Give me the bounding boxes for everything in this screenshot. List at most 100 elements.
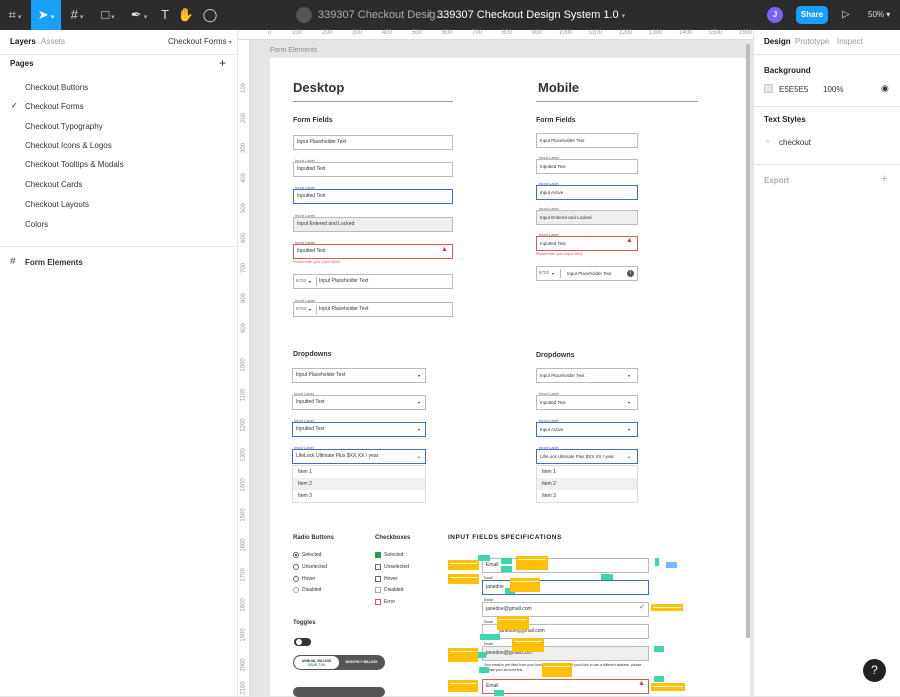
dropdown-active[interactable]: Input Active xyxy=(536,422,638,437)
share-button[interactable]: Share xyxy=(796,6,828,24)
file-title[interactable]: 339307 Checkout Design System 1.0 ▾ xyxy=(437,0,625,32)
spec-annotation xyxy=(510,578,540,592)
eye-icon[interactable]: ◉ xyxy=(881,83,889,94)
input-placeholder[interactable]: Input Placeholder Text xyxy=(293,135,453,150)
divider xyxy=(754,106,900,107)
ruler-tick: 800 xyxy=(241,292,248,304)
background-hex-input[interactable]: E5E5E5 xyxy=(779,85,808,94)
dropdown-option-hover[interactable]: Item 2 xyxy=(293,478,425,490)
canvas-scrollbar[interactable] xyxy=(746,44,750,638)
background-heading: Background xyxy=(764,66,811,75)
dropdown-inputted[interactable]: Inputted Text xyxy=(536,395,638,410)
dropdown-active[interactable]: Inputted Text xyxy=(292,422,426,437)
annual-billing-option[interactable]: ANNUAL BILLING SAVE 71% xyxy=(294,656,339,669)
tab-design[interactable]: Design xyxy=(764,30,791,54)
spec-annotation xyxy=(516,556,548,570)
page-selector[interactable]: Checkout Forms ▾ xyxy=(168,30,232,55)
page-item-current[interactable]: Checkout Forms xyxy=(25,102,84,111)
radio-unselected[interactable] xyxy=(293,564,299,570)
tab-assets[interactable]: Assets xyxy=(41,30,65,54)
input-placeholder[interactable]: Input Placeholder Text xyxy=(536,133,638,148)
pen-icon: ✒ xyxy=(130,7,142,22)
frame-tool-button[interactable]: # ▾ xyxy=(62,0,92,30)
code-select[interactable]: 6703 xyxy=(539,270,549,275)
move-tool-button[interactable]: ➤ ▾ xyxy=(31,0,61,30)
page-item[interactable]: Checkout Cards xyxy=(25,180,82,189)
input-active[interactable]: Inputted Text xyxy=(293,189,453,204)
spec-annotation xyxy=(651,683,685,691)
main-menu-button[interactable]: ⌗ ▾ xyxy=(0,0,30,30)
dropdown-option-hover[interactable]: Item 2 xyxy=(537,478,637,490)
pages-heading: Pages xyxy=(10,59,34,68)
shape-tool-button[interactable]: □ ▾ xyxy=(93,0,123,30)
dropdown-option[interactable]: Item 1 xyxy=(293,466,425,478)
toggle-switch[interactable] xyxy=(294,638,311,646)
ruler-tick: 100 xyxy=(241,82,248,94)
monthly-billing-option[interactable]: MONTHLY BILLING xyxy=(339,656,384,669)
code-select[interactable]: 6703 xyxy=(296,278,306,283)
radio-selected[interactable] xyxy=(293,552,299,558)
help-button[interactable]: ? xyxy=(863,659,886,682)
present-button[interactable]: ▷ xyxy=(842,0,850,30)
add-page-icon[interactable]: + xyxy=(219,56,226,70)
add-export-icon[interactable]: + xyxy=(881,173,887,185)
input-active[interactable]: Input Active xyxy=(536,185,638,200)
tab-prototype[interactable]: Prototype xyxy=(795,30,829,54)
page-item[interactable]: Checkout Layouts xyxy=(25,200,89,209)
tab-inspect[interactable]: Inspect xyxy=(837,30,863,54)
ruler-tick: 2100 xyxy=(240,681,247,695)
checkbox-error[interactable] xyxy=(375,599,381,605)
page-selector-label: Checkout Forms xyxy=(168,37,227,46)
frame-label[interactable]: Form Elements xyxy=(270,47,317,54)
dropdown-open[interactable]: LifeLock Ultimate Plus $XX.XX / year xyxy=(292,449,426,464)
desktop-heading: Desktop xyxy=(293,80,345,95)
dropdown-option[interactable]: Item 3 xyxy=(537,490,637,502)
input-inputted[interactable]: Inputted Text xyxy=(293,162,453,177)
checkbox-selected[interactable] xyxy=(375,552,381,558)
chevron-down-icon: ▾ xyxy=(628,373,631,378)
dropdown-placeholder[interactable]: Input Placeholder Text xyxy=(292,368,426,383)
text-style-item[interactable]: checkout xyxy=(779,138,811,147)
project-breadcrumb[interactable]: 339307 Checkout Desig... xyxy=(318,0,445,30)
layer-item-form-elements[interactable]: Form Elements xyxy=(25,258,83,267)
page-item[interactable]: Checkout Buttons xyxy=(25,83,88,92)
zoom-dropdown[interactable]: 50% ▾ xyxy=(868,0,890,30)
radio-heading: Radio Buttons xyxy=(293,535,334,541)
spec-field-locked: janedoe@gmail.com xyxy=(482,646,649,661)
dropdown-placeholder[interactable]: Input Placeholder Text xyxy=(536,368,638,383)
background-opacity-input[interactable]: 100% xyxy=(823,85,843,94)
page-item[interactable]: Checkout Icons & Logos xyxy=(25,141,112,150)
ruler-tick: 300 xyxy=(352,30,363,36)
checkbox-hover[interactable] xyxy=(375,576,381,582)
divider xyxy=(754,54,900,55)
code-select[interactable]: 6703 xyxy=(296,306,306,311)
divider xyxy=(0,246,238,247)
info-icon[interactable]: i xyxy=(627,270,634,277)
tab-layers[interactable]: Layers xyxy=(10,30,36,54)
ruler-tick: 1600 xyxy=(240,538,247,552)
dropdown-option[interactable]: Item 1 xyxy=(537,466,637,478)
comment-tool-button[interactable]: ◯ xyxy=(195,0,225,30)
phone-input[interactable]: Input Placeholder Text xyxy=(293,274,453,289)
dropdown-open[interactable]: LifeLock Ultimate Plus $XX.XX / year xyxy=(536,449,638,464)
dropdown-option[interactable]: Item 3 xyxy=(293,490,425,502)
layers-panel: Layers Assets Checkout Forms ▾ Pages + C… xyxy=(0,30,238,696)
radio-label: Disabled xyxy=(302,587,322,593)
phone-input[interactable]: Input Placeholder Text xyxy=(293,302,453,317)
page-item[interactable]: Checkout Typography xyxy=(25,122,103,131)
spec-tag xyxy=(480,634,500,640)
checkbox-unselected[interactable] xyxy=(375,564,381,570)
user-avatar[interactable]: J xyxy=(767,7,783,23)
page-item[interactable]: Colors xyxy=(25,220,48,229)
form-fields-heading-mobile: Form Fields xyxy=(536,117,576,124)
input-error[interactable]: Inputted Text xyxy=(293,244,453,259)
ruler-tick: 1300 xyxy=(240,448,247,462)
page-item[interactable]: Checkout Tooltips & Modals xyxy=(25,160,124,169)
background-swatch[interactable] xyxy=(764,84,773,93)
billing-segmented-toggle[interactable]: ANNUAL BILLING SAVE 71% MONTHLY BILLING xyxy=(293,655,385,670)
radio-hover[interactable] xyxy=(293,576,299,582)
dropdown-inputted[interactable]: Inputted Text xyxy=(292,395,426,410)
input-error[interactable]: Inputted Text xyxy=(536,236,638,251)
export-heading[interactable]: Export xyxy=(764,176,789,185)
input-inputted[interactable]: Inputted Text xyxy=(536,159,638,174)
